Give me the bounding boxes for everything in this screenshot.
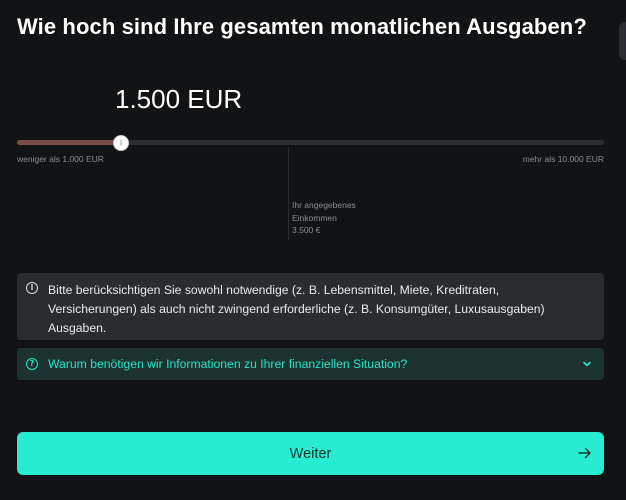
financial-info-accordion[interactable]: ? Warum benötigen wir Informationen zu I… bbox=[17, 348, 604, 380]
page-title: Wie hoch sind Ihre gesamten monatlichen … bbox=[17, 14, 587, 39]
slider-thumb[interactable]: || bbox=[113, 136, 128, 150]
slider-fill bbox=[17, 140, 121, 145]
expense-slider[interactable]: || bbox=[17, 136, 604, 150]
slider-grip-icon: || bbox=[119, 140, 123, 146]
income-marker-line2: Einkommen bbox=[292, 212, 337, 223]
accordion-label: Warum benötigen wir Informationen zu Ihr… bbox=[48, 357, 408, 371]
income-marker-line1: Ihr angegebenes bbox=[292, 200, 356, 210]
income-marker-value: 3.500 € bbox=[292, 225, 321, 235]
income-marker-line bbox=[288, 147, 289, 240]
side-edge-decoration bbox=[619, 22, 626, 60]
slider-max-label: mehr als 10.000 EUR bbox=[522, 154, 604, 164]
info-box: i Bitte berücksichtigen Sie sowohl notwe… bbox=[17, 273, 604, 340]
info-text: Bitte berücksichtigen Sie sowohl notwend… bbox=[48, 283, 545, 335]
question-circle-icon: ? bbox=[26, 358, 38, 370]
next-button-label: Weiter bbox=[289, 445, 332, 462]
slider-min-label: weniger als 1.000 EUR bbox=[17, 154, 104, 164]
chevron-down-icon[interactable] bbox=[582, 359, 592, 369]
info-icon: i bbox=[26, 282, 38, 294]
next-button[interactable]: Weiter bbox=[17, 432, 604, 475]
expense-question-page: Wie hoch sind Ihre gesamten monatlichen … bbox=[0, 0, 626, 500]
income-marker-label: Ihr angegebenes Einkommen 3.500 € bbox=[292, 199, 356, 237]
amount-display: 1.500 EUR bbox=[115, 84, 243, 114]
arrow-right-icon bbox=[578, 447, 591, 459]
